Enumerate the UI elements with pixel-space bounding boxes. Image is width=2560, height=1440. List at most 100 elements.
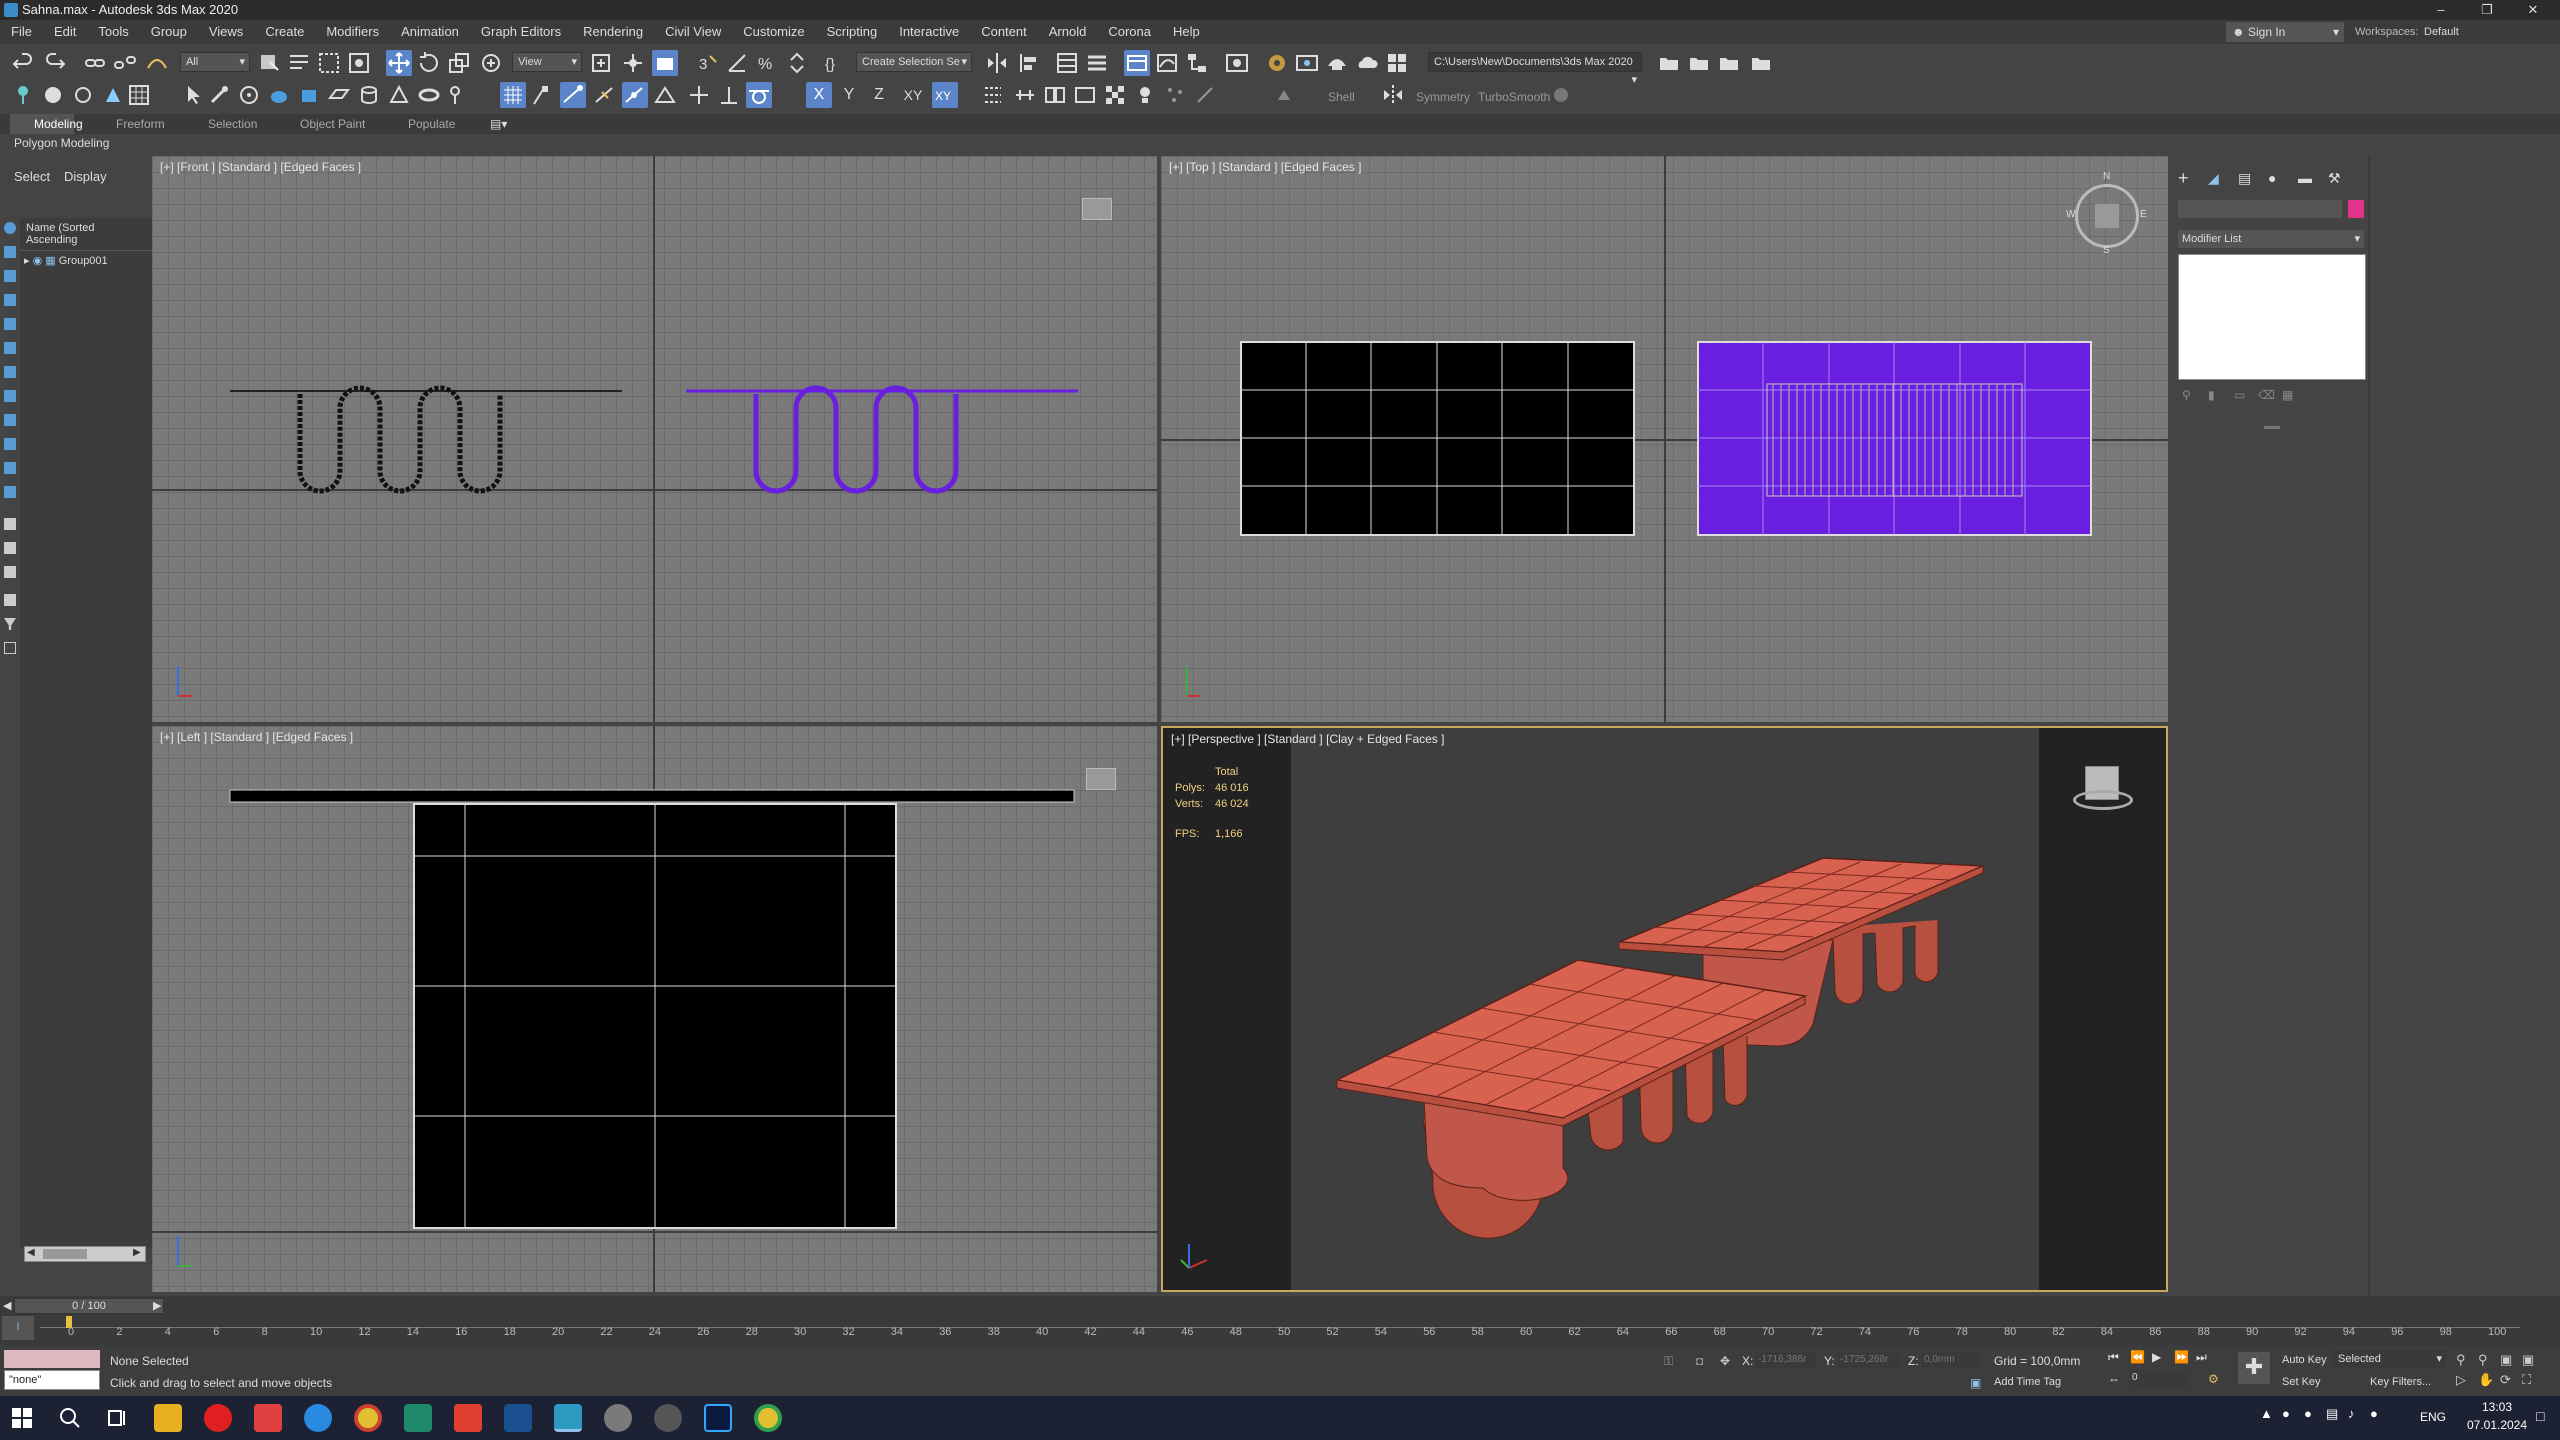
maximize-viewport-icon[interactable]: ⛶ xyxy=(2522,1372,2531,1388)
tab-display[interactable]: Display xyxy=(64,169,107,184)
sign-in-button[interactable]: ☻ Sign In ▾ xyxy=(2226,22,2344,42)
mini-curve-editor-toggle[interactable]: ⅼ xyxy=(2,1316,34,1340)
next-frame-icon[interactable]: ▶ xyxy=(153,1299,161,1313)
toggle-ribbon-icon[interactable] xyxy=(1124,50,1150,76)
motion-tab-icon[interactable]: ● xyxy=(2268,170,2276,186)
time-configuration-icon[interactable]: ⚙ xyxy=(2208,1372,2219,1386)
menu-create[interactable]: Create xyxy=(254,20,315,44)
snaps-toggle-icon[interactable]: 3 xyxy=(694,50,720,76)
compass-east[interactable]: E xyxy=(2140,209,2147,220)
volume-icon[interactable]: ♪ xyxy=(2348,1406,2355,1421)
3ds-max-taskbar-icon[interactable] xyxy=(554,1404,582,1432)
zoom-extents-all-icon[interactable]: ▣ xyxy=(2522,1352,2534,1368)
toggle-scene-explorer-icon[interactable] xyxy=(1054,50,1080,76)
media-player-icon[interactable] xyxy=(504,1404,532,1432)
menu-graph-editors[interactable]: Graph Editors xyxy=(470,20,572,44)
menu-interactive[interactable]: Interactive xyxy=(888,20,970,44)
viewcube-left[interactable] xyxy=(1086,768,1116,790)
axis-y-button[interactable]: Y xyxy=(836,82,862,108)
menu-arnold[interactable]: Arnold xyxy=(1038,20,1098,44)
filter-funnel-icon[interactable] xyxy=(4,618,16,630)
mirror-icon[interactable] xyxy=(984,50,1010,76)
prev-frame-icon[interactable]: ◀ xyxy=(3,1299,11,1313)
zoom-all-icon[interactable]: ⚲ xyxy=(2478,1352,2488,1368)
isolate-selection-icon[interactable]: ◘ xyxy=(1696,1354,1703,1368)
scroll-thumb[interactable] xyxy=(43,1249,87,1259)
autocad-icon[interactable] xyxy=(404,1404,432,1432)
selection-filter-select[interactable]: All ▾ xyxy=(180,52,250,72)
snap-midpoint-icon[interactable] xyxy=(622,82,648,108)
add-time-tag-button[interactable]: Add Time Tag xyxy=(1994,1376,2061,1388)
project-path-field[interactable]: C:\Users\New\Documents\3ds Max 2020 ▾ xyxy=(1428,52,1642,86)
align-icon[interactable] xyxy=(1016,50,1042,76)
x-coordinate-field[interactable]: -1716,386r xyxy=(1756,1352,1816,1368)
workspace-select[interactable]: Default xyxy=(2420,22,2556,42)
language-indicator[interactable]: ENG xyxy=(2420,1410,2446,1424)
cylinder-icon[interactable] xyxy=(356,82,382,108)
tab-object-paint[interactable]: Object Paint xyxy=(300,114,365,134)
open-project-icon[interactable] xyxy=(1716,50,1742,76)
menu-content[interactable]: Content xyxy=(970,20,1038,44)
auto-key-button[interactable]: Auto Key xyxy=(2282,1354,2327,1366)
viewcube-top-face[interactable] xyxy=(2095,204,2119,228)
axis-x-button[interactable]: X xyxy=(806,82,832,108)
key-mode-select[interactable]: Selected ▾ xyxy=(2334,1350,2446,1368)
go-to-start-icon[interactable]: ⏮ xyxy=(2108,1350,2119,1365)
set-key-big-icon[interactable]: ✚ xyxy=(2238,1352,2270,1384)
clock-time[interactable]: 13:03 xyxy=(2462,1400,2532,1414)
viewport-top[interactable]: [+] [Top ] [Standard ] [Edged Faces ] N … xyxy=(1161,156,2168,722)
photoshop-icon[interactable] xyxy=(704,1404,732,1432)
filter-container-icon[interactable] xyxy=(4,438,16,450)
minimize-button[interactable]: – xyxy=(2418,0,2464,20)
orbit-icon[interactable]: ⟳ xyxy=(2500,1372,2511,1388)
maxscript-listener-mini[interactable] xyxy=(4,1350,100,1368)
tree-item-group001[interactable]: ▸ ◉ ▦ Group001 xyxy=(20,251,152,270)
menu-modifiers[interactable]: Modifiers xyxy=(315,20,390,44)
key-filters-button[interactable]: Key Filters... xyxy=(2370,1376,2431,1388)
chrome-icon[interactable] xyxy=(354,1404,382,1432)
connect-icon[interactable] xyxy=(1192,82,1218,108)
reference-coordinate-select[interactable]: View ▾ xyxy=(512,52,582,72)
render-production-icon[interactable] xyxy=(1324,50,1350,76)
geometry-sphere-icon[interactable] xyxy=(40,82,66,108)
select-rotate-icon[interactable] xyxy=(416,50,442,76)
percent-snap-icon[interactable]: % xyxy=(754,50,780,76)
tab-freeform[interactable]: Freeform xyxy=(116,114,165,134)
box-icon[interactable] xyxy=(296,82,322,108)
create-tab-icon[interactable]: + xyxy=(2178,168,2189,189)
select-object-icon[interactable] xyxy=(256,50,282,76)
viewcube-front[interactable] xyxy=(1082,198,1112,220)
display-all-icon[interactable] xyxy=(4,518,16,530)
object-name-field[interactable] xyxy=(2178,200,2342,218)
display-tab-icon[interactable]: ▬ xyxy=(2298,170,2312,186)
compass-west[interactable]: W xyxy=(2066,209,2075,220)
expand-triangle-icon[interactable]: ▸ xyxy=(24,255,30,267)
snap-edge-icon[interactable] xyxy=(592,82,618,108)
menu-file[interactable]: File xyxy=(0,20,43,44)
layer-icon[interactable] xyxy=(4,594,16,606)
polygon-modeling-label[interactable]: Polygon Modeling xyxy=(14,136,109,150)
toggle-layer-explorer-icon[interactable] xyxy=(1084,50,1110,76)
curve-editor-icon[interactable] xyxy=(1154,50,1180,76)
menu-views[interactable]: Views xyxy=(198,20,254,44)
menu-animation[interactable]: Animation xyxy=(390,20,470,44)
menu-help[interactable]: Help xyxy=(1162,20,1211,44)
rotate-view-icon[interactable] xyxy=(236,82,262,108)
pin-stack-icon[interactable]: ⚲ xyxy=(2182,388,2191,402)
project-folder-icon[interactable] xyxy=(1656,50,1682,76)
array-icon[interactable] xyxy=(980,82,1006,108)
snap-tangent-icon[interactable] xyxy=(746,82,772,108)
spinner-snap-icon[interactable] xyxy=(784,50,810,76)
chrome-alt-icon[interactable] xyxy=(754,1404,782,1432)
modifier-list-select[interactable]: Modifier List ▾ xyxy=(2178,230,2364,248)
notifications-icon[interactable]: □ xyxy=(2536,1408,2544,1424)
bind-space-warp-icon[interactable] xyxy=(144,50,170,76)
spacing-tool-icon[interactable] xyxy=(1012,82,1038,108)
menu-tools[interactable]: Tools xyxy=(87,20,139,44)
z-coordinate-field[interactable]: 0,0mm xyxy=(1922,1352,1982,1368)
turbosmooth-label[interactable]: TurboSmooth xyxy=(1478,90,1550,104)
select-scale-icon[interactable] xyxy=(446,50,472,76)
modifier-stack[interactable] xyxy=(2178,254,2366,380)
grid-icon[interactable] xyxy=(126,82,152,108)
unlink-icon[interactable] xyxy=(112,50,138,76)
